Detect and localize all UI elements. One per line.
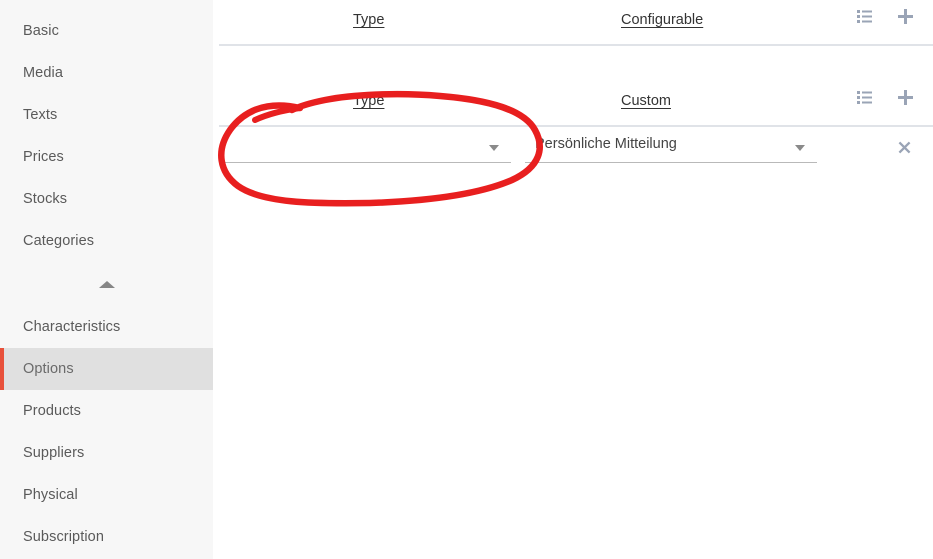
- sidebar-item-label: Characteristics: [23, 319, 121, 335]
- sidebar-item-characteristics[interactable]: Characteristics: [0, 306, 213, 348]
- sidebar-item-label: Products: [23, 403, 82, 419]
- sidebar-item-label: Media: [23, 65, 63, 81]
- sidebar-item-label: Suppliers: [23, 445, 85, 461]
- sidebar: Basic Media Texts Prices Stocks Categori…: [0, 0, 213, 559]
- sidebar-item-media[interactable]: Media: [0, 52, 213, 94]
- main-content: Type Configurable Type Custom Persönlich…: [213, 0, 933, 559]
- plus-icon[interactable]: [898, 9, 913, 24]
- option-block-actions: [857, 9, 913, 24]
- sidebar-item-label: Texts: [23, 107, 58, 123]
- sidebar-item-basic[interactable]: Basic: [0, 10, 213, 52]
- list-icon[interactable]: [857, 91, 872, 104]
- sidebar-item-label: Basic: [23, 23, 59, 39]
- sidebar-item-label: Categories: [23, 233, 95, 249]
- sidebar-item-prices[interactable]: Prices: [0, 136, 213, 178]
- header-divider: [219, 44, 933, 46]
- close-icon[interactable]: [898, 141, 911, 154]
- caret-down-icon: [489, 145, 499, 151]
- column-header-configurable: Configurable: [621, 12, 704, 28]
- caret-up-icon: [98, 280, 115, 288]
- option-block-custom: Type Custom Persönliche Mitteilung: [219, 81, 933, 163]
- app-root: Basic Media Texts Prices Stocks Categori…: [0, 0, 933, 559]
- column-header-type: Type: [353, 12, 385, 28]
- caret-down-icon: [795, 145, 805, 151]
- sidebar-item-stocks[interactable]: Stocks: [0, 178, 213, 220]
- sidebar-collapse-toggle[interactable]: [0, 262, 213, 306]
- option-block-actions: [857, 90, 913, 105]
- sidebar-item-texts[interactable]: Texts: [0, 94, 213, 136]
- option-block-header: Type Custom: [219, 81, 933, 127]
- list-icon[interactable]: [857, 10, 872, 23]
- option-block-header: Type Configurable: [219, 0, 933, 46]
- sidebar-item-label: Physical: [23, 487, 78, 503]
- custom-value-select[interactable]: Persönliche Mitteilung: [525, 133, 817, 163]
- custom-value-select-value: Persönliche Mitteilung: [535, 136, 677, 152]
- column-header-custom: Custom: [621, 93, 671, 109]
- option-row: Persönliche Mitteilung: [219, 125, 933, 171]
- sidebar-item-subscription[interactable]: Subscription: [0, 516, 213, 558]
- sidebar-item-physical[interactable]: Physical: [0, 474, 213, 516]
- sidebar-item-products[interactable]: Products: [0, 390, 213, 432]
- sidebar-item-label: Subscription: [23, 529, 104, 545]
- sidebar-item-suppliers[interactable]: Suppliers: [0, 432, 213, 474]
- sidebar-item-label: Stocks: [23, 191, 68, 207]
- sidebar-item-label: Prices: [23, 149, 64, 165]
- plus-icon[interactable]: [898, 90, 913, 105]
- sidebar-item-label: Options: [23, 361, 74, 377]
- type-select[interactable]: [219, 133, 511, 163]
- sidebar-item-options[interactable]: Options: [0, 348, 213, 390]
- column-header-type: Type: [353, 93, 385, 109]
- option-block-configurable: Type Configurable: [219, 0, 933, 46]
- sidebar-item-categories[interactable]: Categories: [0, 220, 213, 262]
